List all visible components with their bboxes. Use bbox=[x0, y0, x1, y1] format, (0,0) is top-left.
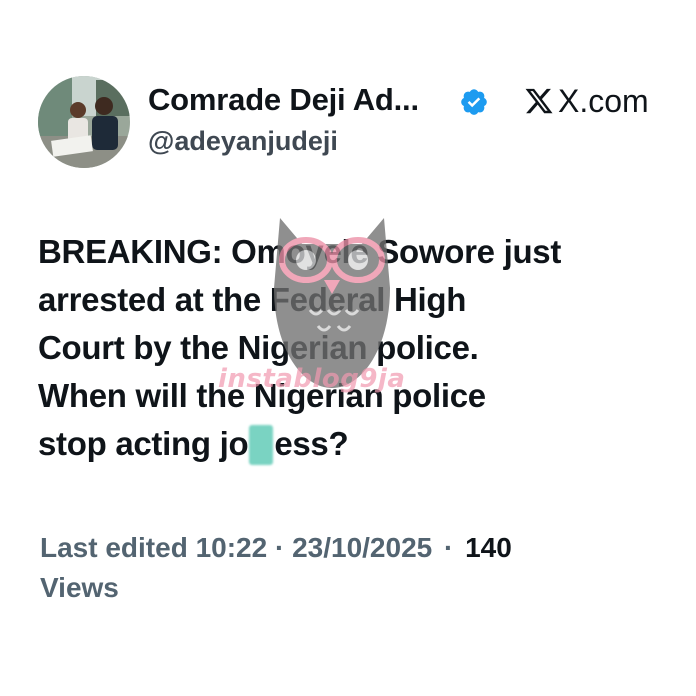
tweet-line-last: stop acting jo ess? bbox=[38, 420, 668, 468]
avatar[interactable] bbox=[38, 76, 130, 168]
avatar-photo bbox=[38, 76, 130, 168]
user-handle[interactable]: @adeyanjudeji bbox=[148, 126, 338, 157]
tweet-header: Comrade Deji Ad... X.com @adeyanjudeji bbox=[38, 76, 658, 168]
views-count: 140 bbox=[465, 532, 512, 563]
tweet-card: Comrade Deji Ad... X.com @adeyanjudeji B… bbox=[0, 0, 696, 696]
redaction-patch bbox=[249, 425, 274, 465]
tweet-meta: Last edited 10:22 · 23/10/2025 · 140 Vie… bbox=[40, 528, 660, 608]
tweet-line: BREAKING: Omoyele Sowore just bbox=[38, 233, 562, 270]
verified-badge-icon bbox=[459, 87, 489, 117]
tweet-line-end: ess? bbox=[274, 425, 349, 462]
tweet-line: arrested at the Federal High bbox=[38, 281, 467, 318]
x-logo-icon bbox=[525, 88, 553, 114]
tweet-text: BREAKING: Omoyele Sowore just arrested a… bbox=[38, 228, 668, 468]
display-name[interactable]: Comrade Deji Ad... bbox=[148, 82, 419, 118]
edited-timestamp[interactable]: Last edited 10:22 · 23/10/2025 bbox=[40, 532, 432, 563]
tweet-line-start: stop acting jo bbox=[38, 425, 249, 462]
x-domain-label: X.com bbox=[558, 83, 649, 119]
meta-separator: · bbox=[444, 532, 454, 563]
views-label: Views bbox=[40, 572, 119, 603]
watermark-text: instablog9ja bbox=[218, 364, 406, 394]
